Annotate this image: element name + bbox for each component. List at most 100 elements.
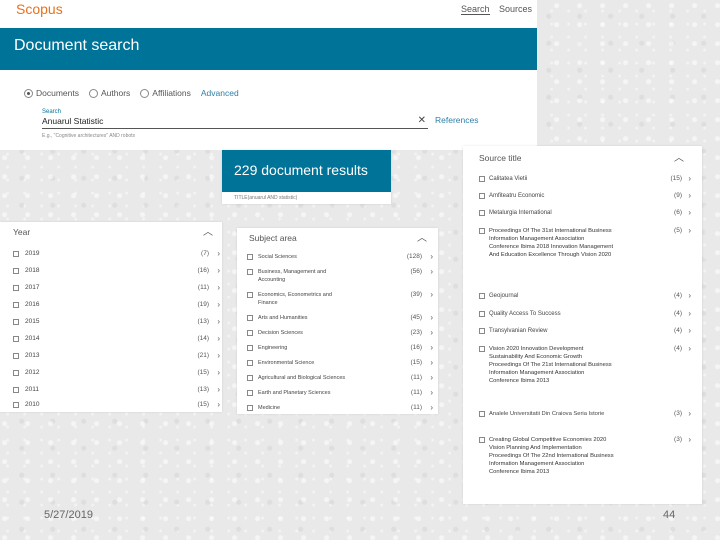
checkbox[interactable] [479,328,485,334]
facet-count: (9) [674,192,682,199]
checkbox[interactable] [479,411,485,417]
chevron-right-icon[interactable]: › [217,368,220,377]
chevron-right-icon[interactable]: › [688,435,691,444]
chevron-right-icon[interactable]: › [688,191,691,200]
checkbox[interactable] [247,345,253,351]
checkbox[interactable] [247,405,253,411]
radio-affiliations[interactable]: Affiliations [140,88,191,98]
chevron-right-icon[interactable]: › [688,208,691,217]
chevron-right-icon[interactable]: › [430,313,433,322]
chevron-right-icon[interactable]: › [430,252,433,261]
chevron-right-icon[interactable]: › [217,266,220,275]
clear-search-icon[interactable]: ✕ [418,115,426,126]
chevron-right-icon[interactable]: › [217,385,220,394]
references-link[interactable]: References [435,115,478,125]
page-title: Document search [14,37,140,54]
checkbox[interactable] [13,268,19,274]
checkbox[interactable] [479,311,485,317]
chevron-right-icon[interactable]: › [430,373,433,382]
facet-label: 2011 [25,386,39,393]
checkbox[interactable] [479,228,485,234]
checkbox[interactable] [13,370,19,376]
checkbox[interactable] [247,269,253,275]
checkbox[interactable] [247,390,253,396]
facet-count: (56) [410,268,422,275]
facet-count: (5) [674,227,682,234]
facet-label: 2019 [25,250,40,257]
checkbox[interactable] [13,302,19,308]
checkbox[interactable] [479,193,485,199]
checkbox[interactable] [247,292,253,298]
chevron-right-icon[interactable]: › [688,344,691,353]
facet-label: Arts and Humanities [258,315,308,321]
year-facet: Year ︿ 2019 (7) › 2018 (16) › 2017 (11) › 2016… [0,222,222,412]
checkbox[interactable] [247,375,253,381]
facet-count: (128) [406,253,422,260]
source-title-facet: Source title ︿ Calitatea Vietii (15) › Amf… [463,146,702,504]
chevron-right-icon[interactable]: › [688,174,691,183]
scopus-logo[interactable]: Scopus [16,1,63,17]
checkbox[interactable] [13,285,19,291]
chevron-right-icon[interactable]: › [217,317,220,326]
checkbox[interactable] [479,437,485,443]
search-input[interactable]: Anuarul Statistic ✕ [42,115,428,129]
chevron-right-icon[interactable]: › [688,226,691,235]
facet-count: (16) [197,267,209,274]
radio-documents[interactable]: Documents [24,88,79,98]
facet-label: 2012 [25,369,40,376]
checkbox[interactable] [479,210,485,216]
chevron-right-icon[interactable]: › [430,290,433,299]
facet-label: Calitatea Vietii [489,176,528,182]
chevron-right-icon[interactable]: › [217,283,220,292]
radio-label: Documents [36,88,79,98]
chevron-right-icon[interactable]: › [430,343,433,352]
facet-count: (13) [197,318,209,325]
chevron-right-icon[interactable]: › [217,334,220,343]
radio-authors[interactable]: Authors [89,88,130,98]
chevron-right-icon[interactable]: › [430,267,433,276]
checkbox[interactable] [479,176,485,182]
checkbox[interactable] [13,251,19,257]
chevron-right-icon[interactable]: › [688,409,691,418]
facet-count: (11) [410,404,422,411]
chevron-right-icon[interactable]: › [430,358,433,367]
facet-count: (15) [197,401,209,408]
chevron-right-icon[interactable]: › [217,351,220,360]
checkbox[interactable] [247,254,253,260]
slide-date: 5/27/2019 [44,509,93,521]
facet-count: (11) [197,284,209,291]
checkbox[interactable] [479,346,485,352]
facet-count: (15) [410,359,422,366]
chevron-right-icon[interactable]: › [688,326,691,335]
collapse-icon[interactable]: ︿ [203,223,213,238]
chevron-right-icon[interactable]: › [217,300,220,309]
checkbox[interactable] [13,402,19,408]
chevron-right-icon[interactable]: › [217,400,220,409]
chevron-right-icon[interactable]: › [430,388,433,397]
facet-label: Engineering [258,345,288,351]
chevron-right-icon[interactable]: › [217,249,220,258]
checkbox[interactable] [247,330,253,336]
page-banner: Document search [0,28,537,70]
facet-count: (15) [670,175,682,182]
chevron-right-icon[interactable]: › [430,328,433,337]
nav-sources-link[interactable]: Sources [499,4,532,14]
checkbox[interactable] [479,293,485,299]
checkbox[interactable] [13,387,19,393]
checkbox[interactable] [13,336,19,342]
advanced-search-link[interactable]: Advanced [201,88,239,98]
nav-search-link[interactable]: Search [461,4,490,15]
checkbox[interactable] [247,315,253,321]
collapse-icon[interactable]: ︿ [674,149,684,164]
chevron-right-icon[interactable]: › [430,403,433,412]
collapse-icon[interactable]: ︿ [417,229,427,244]
checkbox[interactable] [13,353,19,359]
checkbox[interactable] [13,319,19,325]
radio-selected-icon [24,88,33,98]
chevron-right-icon[interactable]: › [688,291,691,300]
checkbox[interactable] [247,360,253,366]
facet-label: 2013 [25,352,40,359]
chevron-right-icon[interactable]: › [688,309,691,318]
radio-unselected-icon [89,88,98,98]
facet-label: 2015 [25,318,40,325]
